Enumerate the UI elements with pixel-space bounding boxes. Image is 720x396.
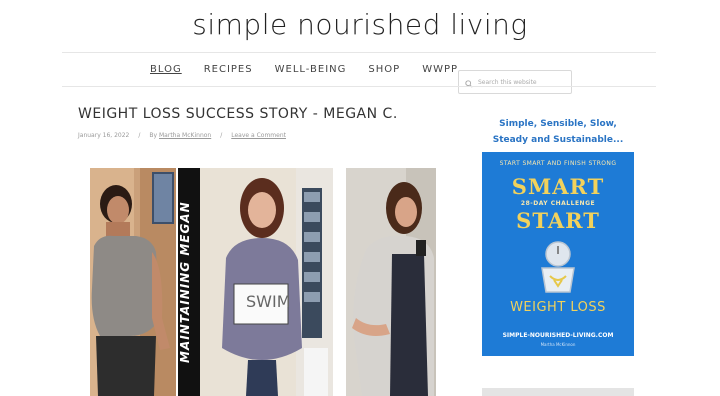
ad-author: Martha McKinnon <box>540 342 576 347</box>
sign-text: SWIM <box>246 292 291 311</box>
tagline-line-2: Steady and Sustainable... <box>492 135 624 145</box>
scale-icon <box>536 238 580 300</box>
leave-comment-link[interactable]: Leave a Comment <box>231 132 286 139</box>
search-box[interactable] <box>458 70 572 94</box>
tagline-line-1: Simple, Sensible, Slow, <box>499 119 617 129</box>
post-date: January 16, 2022 <box>78 132 130 139</box>
ad-word-start: START <box>516 208 600 233</box>
sidebar-next-widget <box>482 388 634 396</box>
header-divider <box>62 52 656 53</box>
nav-item-well-being[interactable]: WELL-BEING <box>275 64 347 75</box>
post-title[interactable]: WEIGHT LOSS SUCCESS STORY - MEGAN C. <box>78 106 398 122</box>
ad-url: SIMPLE-NOURISHED-LIVING.COM <box>502 332 614 339</box>
ad-subtitle: 28-DAY CHALLENGE <box>520 200 596 207</box>
before-photo <box>90 168 176 396</box>
nav-item-recipes[interactable]: RECIPES <box>204 64 253 75</box>
after-photo <box>346 168 436 396</box>
photo-caption: MAINTAINING MEGAN <box>178 201 192 363</box>
search-input[interactable] <box>478 78 568 86</box>
meta-separator-2: / <box>220 132 223 139</box>
post-by-label: By <box>149 132 158 139</box>
ad-kicker: START SMART AND FINISH STRONG <box>499 160 617 167</box>
nav-item-shop[interactable]: SHOP <box>368 64 400 75</box>
nav-divider <box>62 86 656 87</box>
smart-start-ad[interactable]: START SMART AND FINISH STRONG SMART 28-D… <box>482 152 634 356</box>
post-author-link[interactable]: Martha McKinnon <box>159 132 211 139</box>
ad-word-smart: SMART <box>511 174 605 199</box>
maintaining-photo: SWIM MAINTAINING MEGAN <box>178 168 333 396</box>
sidebar-tagline: Simple, Sensible, Slow, Steady and Susta… <box>482 116 634 148</box>
nav-item-wwpp[interactable]: WWPP <box>422 64 458 75</box>
meta-separator: / <box>138 132 141 139</box>
ad-weight-loss-label: WEIGHT LOSS <box>510 300 606 315</box>
post-meta: January 16, 2022 / By Martha McKinnon / … <box>78 132 286 139</box>
site-title[interactable]: simple nourished living <box>0 8 720 41</box>
search-icon[interactable] <box>465 73 473 92</box>
nav-item-blog[interactable]: BLOG <box>150 64 182 75</box>
